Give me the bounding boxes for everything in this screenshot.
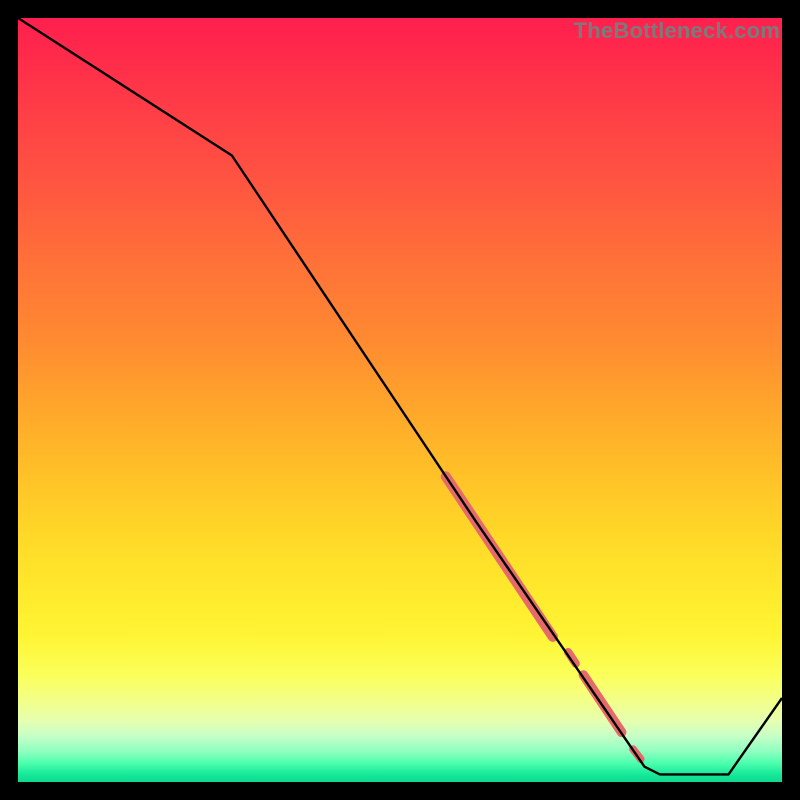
chart-frame: TheBottleneck.com xyxy=(0,0,800,800)
chart-overlay xyxy=(18,18,782,782)
data-line xyxy=(18,18,782,774)
plot-area: TheBottleneck.com xyxy=(18,18,782,782)
